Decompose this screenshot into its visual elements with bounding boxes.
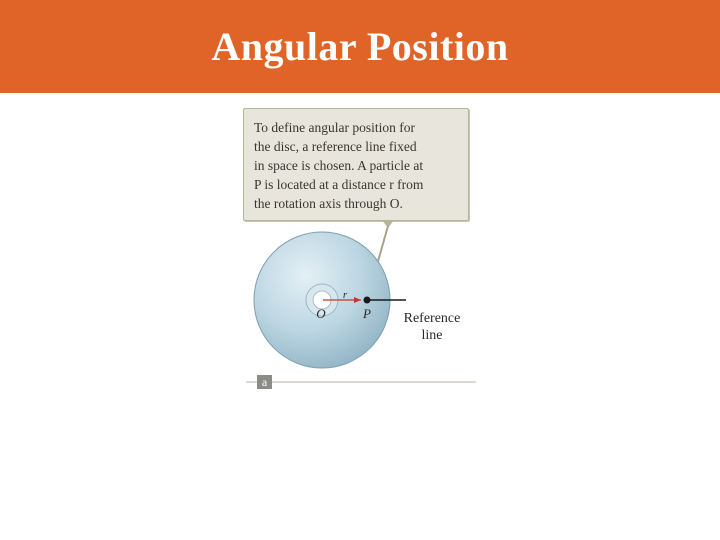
reference-label-line2: line: [422, 328, 443, 343]
particle-label: P: [362, 306, 371, 321]
disc-figure: r O P Reference line a: [246, 220, 476, 389]
reference-label-line1: Reference: [404, 311, 461, 326]
radius-label: r: [343, 289, 348, 301]
particle-point: [363, 296, 371, 304]
origin-label: O: [316, 306, 326, 321]
panel-tag-label: a: [262, 375, 268, 389]
